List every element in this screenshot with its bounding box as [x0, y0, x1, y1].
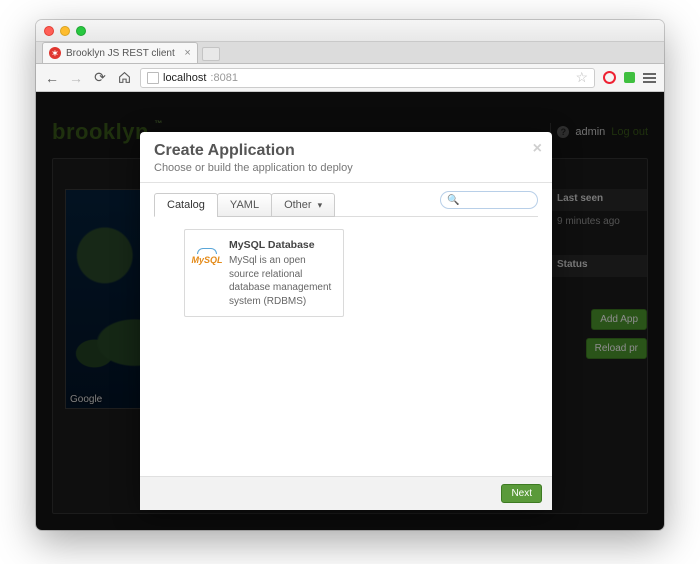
minimize-window-button[interactable]: [60, 26, 70, 36]
home-button[interactable]: [116, 70, 132, 86]
mysql-logo-icon: MySQL: [191, 248, 223, 266]
extension-adblock-icon[interactable]: [603, 71, 616, 84]
close-tab-icon[interactable]: ×: [184, 47, 190, 59]
mac-titlebar: [36, 20, 664, 42]
url-port: :8081: [210, 72, 238, 84]
next-button[interactable]: Next: [501, 484, 542, 503]
bookmark-star-icon[interactable]: ☆: [575, 69, 588, 86]
chevron-down-icon: ▾: [318, 200, 323, 210]
new-tab-button[interactable]: [202, 47, 220, 61]
search-icon: 🔍: [447, 195, 459, 206]
url-host: localhost: [163, 72, 206, 84]
modal-subtitle: Choose or build the application to deplo…: [154, 162, 538, 174]
modal-footer: Next: [140, 476, 552, 510]
tab-yaml[interactable]: YAML: [217, 193, 272, 217]
close-window-button[interactable]: [44, 26, 54, 36]
favicon-icon: ✶: [49, 47, 61, 59]
tab-other[interactable]: Other ▾: [271, 193, 335, 217]
browser-tab[interactable]: ✶ Brooklyn JS REST client ×: [42, 42, 198, 63]
reload-button[interactable]: ⟳: [92, 70, 108, 86]
forward-button[interactable]: →: [68, 70, 84, 86]
zoom-window-button[interactable]: [76, 26, 86, 36]
tab-catalog[interactable]: Catalog: [154, 193, 218, 217]
toolbar-extensions: [603, 71, 656, 84]
catalog-search-input[interactable]: 🔍: [440, 191, 538, 209]
modal-title: Create Application: [154, 142, 538, 160]
browser-tabstrip: ✶ Brooklyn JS REST client ×: [36, 42, 664, 64]
back-button[interactable]: ←: [44, 70, 60, 86]
create-application-modal: Create Application Choose or build the a…: [140, 132, 552, 510]
page-icon: [147, 72, 159, 84]
modal-body: Catalog YAML Other ▾ 🔍 MySQL MySQL Data: [140, 183, 552, 476]
page-content: brooklyn ™ ? admin Log out Google Last s…: [36, 92, 664, 530]
browser-window: ✶ Brooklyn JS REST client × ← → ⟳ localh…: [36, 20, 664, 530]
extension-green-icon[interactable]: [624, 72, 635, 83]
catalog-item-name: MySQL Database: [229, 238, 335, 252]
mysql-logo-text: MySQL: [191, 254, 222, 266]
catalog-item-mysql[interactable]: MySQL MySQL Database MySql is an open so…: [184, 229, 344, 317]
browser-menu-button[interactable]: [643, 73, 656, 83]
close-icon[interactable]: ×: [533, 140, 542, 158]
modal-header: Create Application Choose or build the a…: [140, 132, 552, 183]
tab-other-label: Other: [284, 199, 312, 211]
address-bar[interactable]: localhost :8081 ☆: [140, 68, 595, 88]
catalog-item-desc: MySql is an open source relational datab…: [229, 254, 335, 308]
traffic-lights: [36, 26, 86, 36]
tab-title: Brooklyn JS REST client: [66, 48, 175, 59]
home-icon: [118, 71, 131, 84]
browser-toolbar: ← → ⟳ localhost :8081 ☆: [36, 64, 664, 92]
